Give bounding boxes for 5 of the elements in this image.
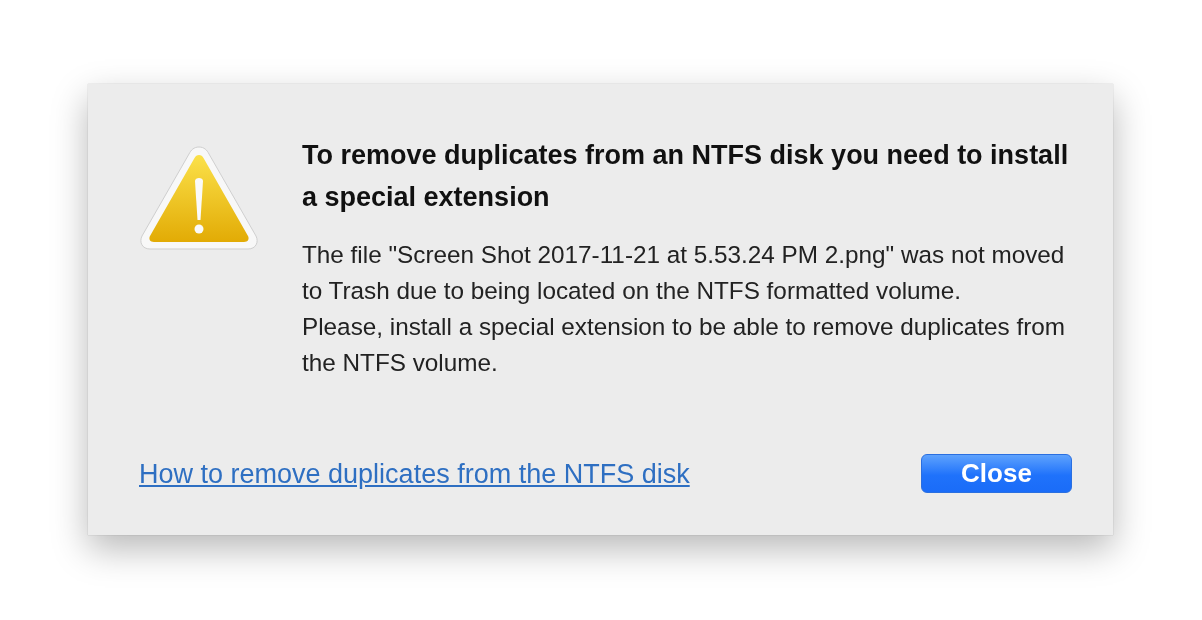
warning-icon [139,145,259,251]
help-link[interactable]: How to remove duplicates from the NTFS disk [139,453,690,494]
dialog-message: The file "Screen Shot 2017-11-21 at 5.53.24 PM 2.png" was not moved to Trash due to being located on the NTFS formatted volume. Please, install a special extension to be able to remove duplicates from the NTFS volume. [302,240,1067,378]
close-button[interactable]: Close [921,454,1072,494]
dialog-title: To remove duplicates from an NTFS disk you need to install a special extension [302,139,1070,214]
